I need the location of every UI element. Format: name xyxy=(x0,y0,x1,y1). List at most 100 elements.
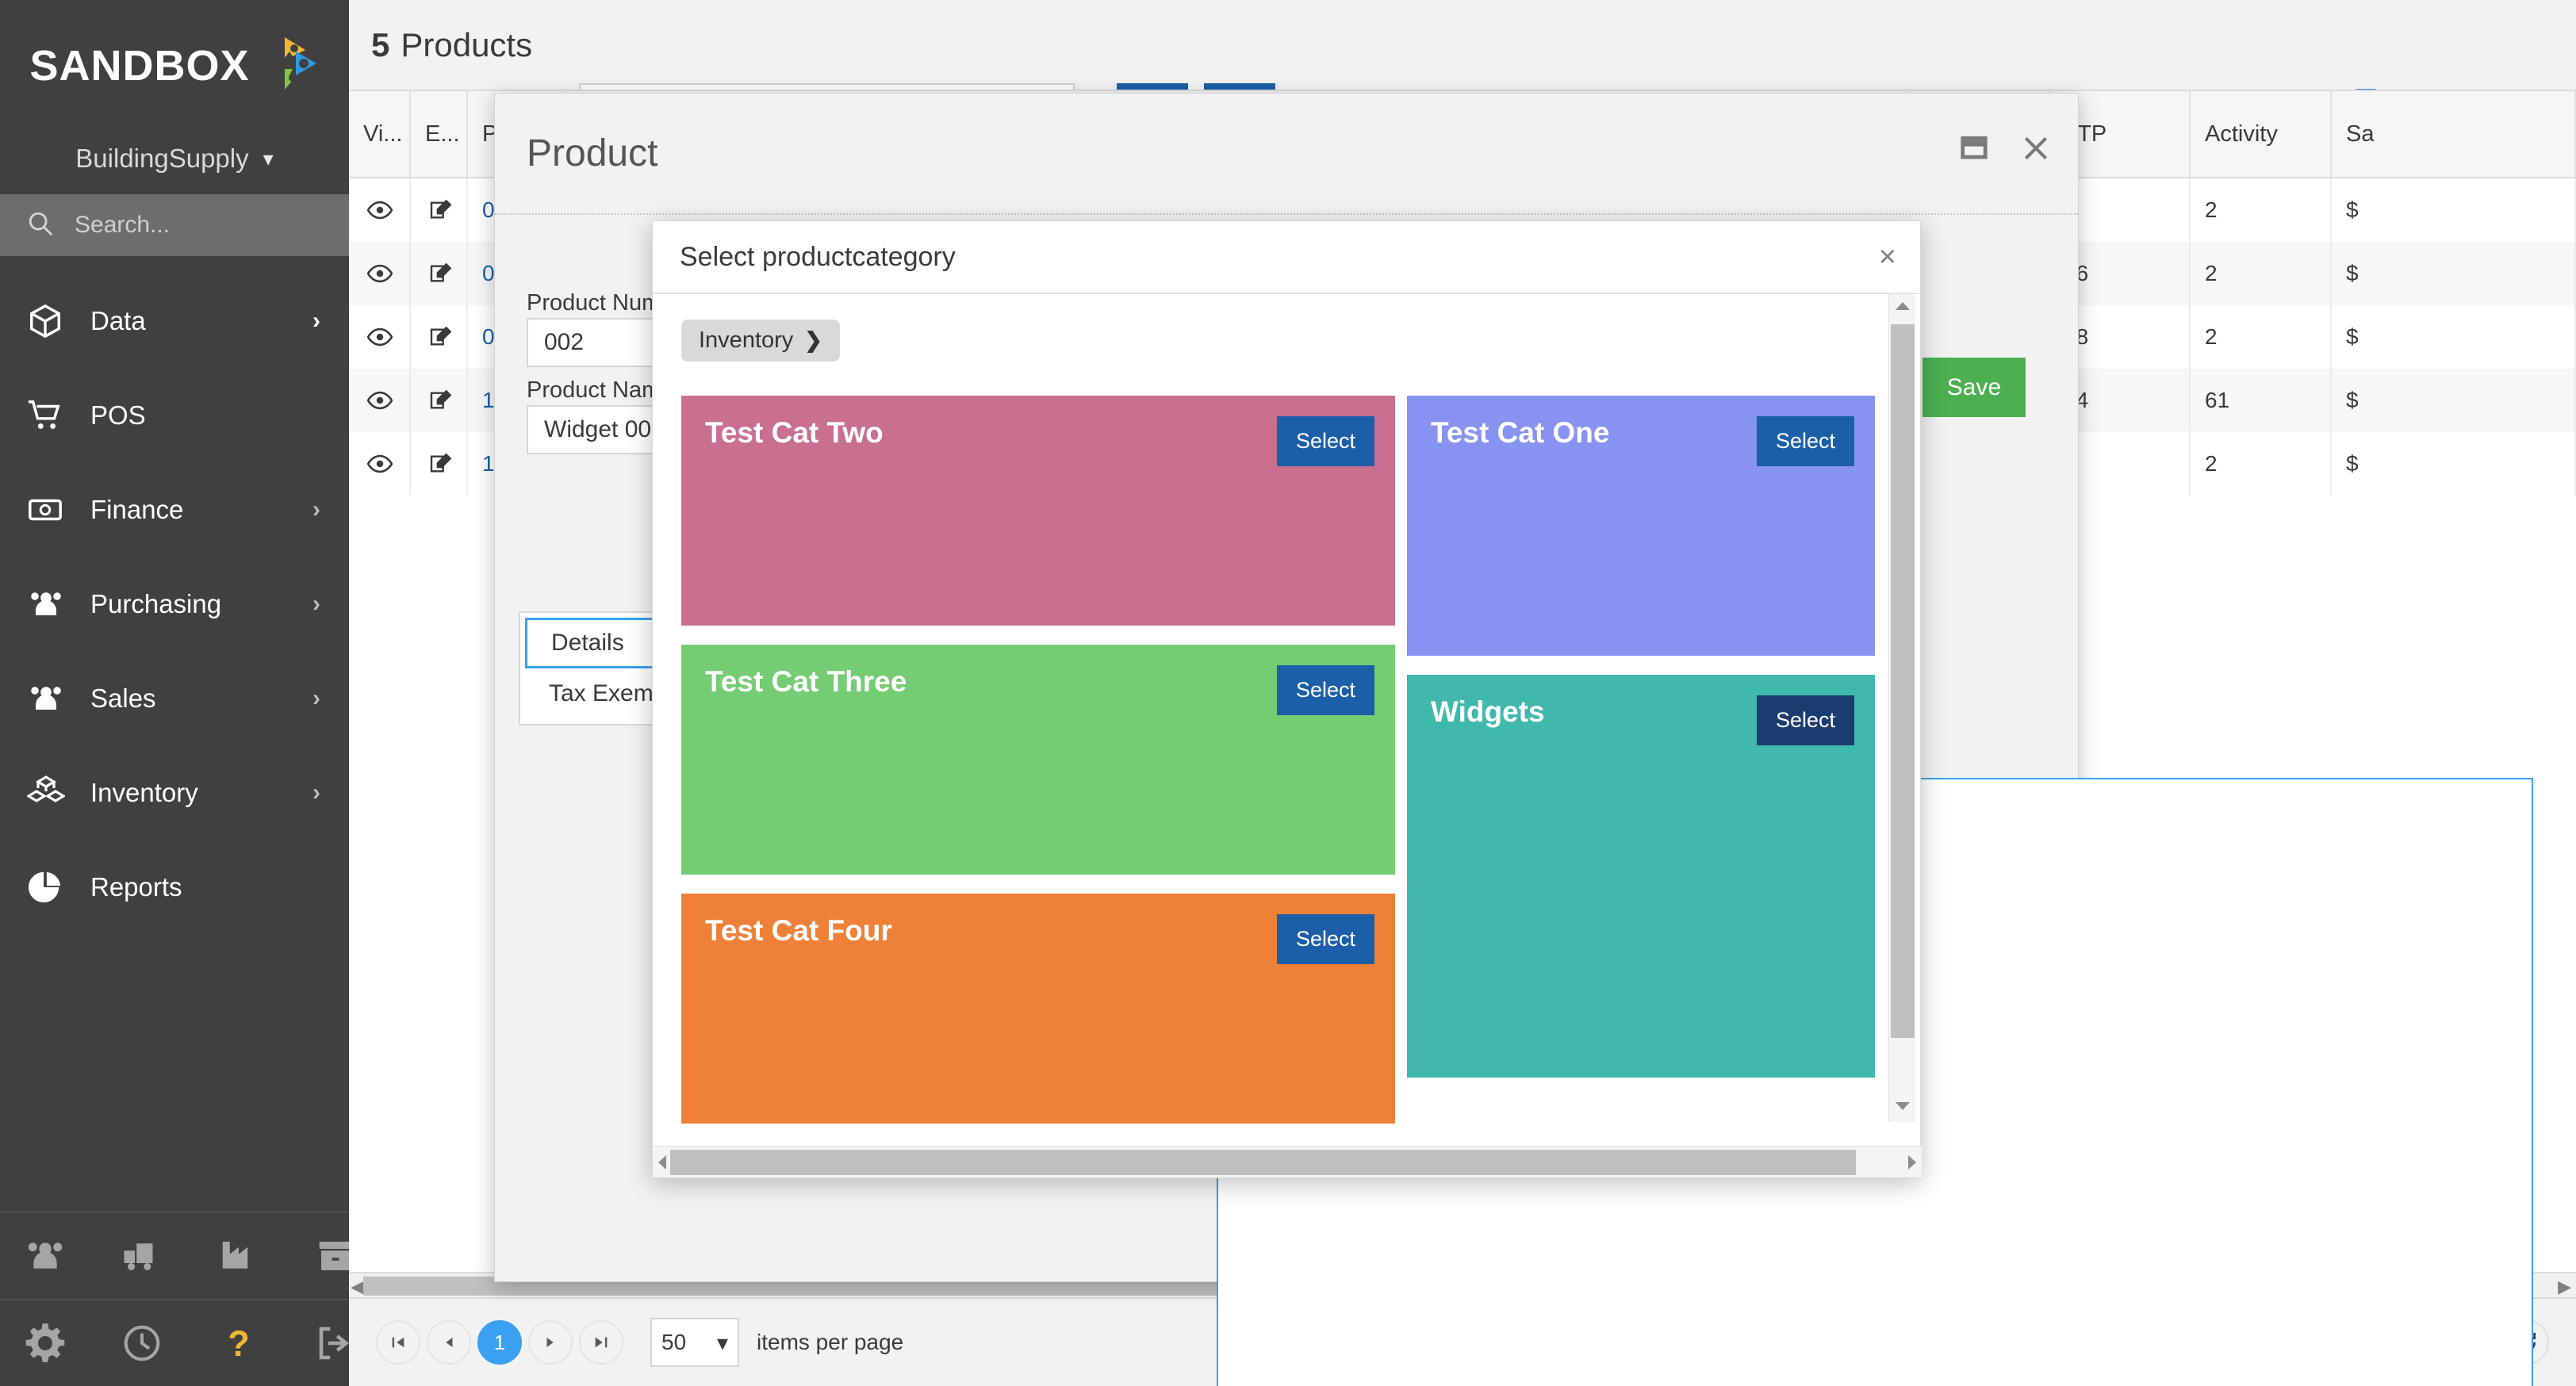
chevron-right-icon: › xyxy=(312,684,320,711)
category-tile-widgets[interactable]: Widgets Select xyxy=(1407,675,1875,1078)
breadcrumb-item-inventory[interactable]: Inventory ❯ xyxy=(681,320,840,362)
gear-icon[interactable] xyxy=(24,1322,67,1365)
select-button[interactable]: Select xyxy=(1276,665,1374,715)
category-tile-test-cat-three[interactable]: Test Cat Three Select xyxy=(681,645,1395,875)
help-icon[interactable]: ? xyxy=(217,1322,260,1365)
product-modal-title: Product xyxy=(527,132,658,174)
edit-icon[interactable] xyxy=(411,305,468,369)
category-dialog-title: Select productcategory xyxy=(680,241,956,272)
factory-icon[interactable] xyxy=(217,1235,260,1277)
sidebar-item-finance[interactable]: Finance › xyxy=(0,462,349,557)
sidebar-item-label: Inventory xyxy=(90,777,198,807)
search-input[interactable] xyxy=(75,212,312,239)
grid-col-sales[interactable]: Sa xyxy=(2332,91,2576,177)
brand-text: SANDBOX xyxy=(29,41,250,90)
view-icon[interactable] xyxy=(349,178,411,242)
sidebar-item-label: Data xyxy=(90,305,146,335)
pagination-next-button[interactable] xyxy=(528,1320,573,1365)
activity-cell: 61 xyxy=(2191,369,2332,432)
pagination-page-1[interactable]: 1 xyxy=(477,1320,522,1365)
select-button[interactable]: Select xyxy=(1756,695,1854,745)
sidebar-item-purchasing[interactable]: Purchasing › xyxy=(0,557,349,651)
category-tile-test-cat-one[interactable]: Test Cat One Select xyxy=(1407,396,1875,656)
svg-text:?: ? xyxy=(228,1323,250,1364)
cart-icon xyxy=(27,397,76,434)
application-root: SANDBOX BuildingSupply ▾ Search... Data … xyxy=(0,0,2576,1386)
category-tile-name: Test Cat Two xyxy=(705,416,884,449)
maximize-icon[interactable] xyxy=(1959,133,1989,167)
category-tile-name: Widgets xyxy=(1431,695,1545,728)
truck-icon[interactable] xyxy=(121,1235,163,1277)
pagination-last-button[interactable] xyxy=(579,1320,623,1365)
sidebar: SANDBOX BuildingSupply ▾ Search... Data … xyxy=(0,0,352,1386)
scroll-right-icon[interactable]: ▶ xyxy=(2558,1277,2571,1297)
edit-icon[interactable] xyxy=(411,369,468,432)
pagination-prev-button[interactable] xyxy=(427,1320,471,1365)
grid-col-edit[interactable]: E... xyxy=(411,91,468,177)
sales-cell: $ xyxy=(2332,305,2576,369)
sidebar-item-label: Finance xyxy=(90,494,184,524)
people-icon[interactable] xyxy=(24,1235,67,1277)
company-switcher[interactable]: BuildingSupply ▾ xyxy=(0,123,349,194)
boxes-icon xyxy=(27,774,76,812)
scrollbar-thumb[interactable] xyxy=(670,1150,1856,1175)
sidebar-item-label: Sales xyxy=(90,683,156,713)
pagination-first-button[interactable] xyxy=(376,1320,420,1365)
view-icon[interactable] xyxy=(349,242,411,305)
brand: SANDBOX xyxy=(0,0,349,123)
edit-icon[interactable] xyxy=(411,242,468,305)
activity-cell: 2 xyxy=(2191,432,2332,496)
edit-icon[interactable] xyxy=(411,178,468,242)
search-icon xyxy=(27,210,54,241)
close-icon[interactable]: × xyxy=(1879,242,1896,272)
chevron-right-icon: › xyxy=(312,496,320,523)
box-icon xyxy=(27,303,76,339)
scroll-down-icon[interactable] xyxy=(1895,1101,1911,1116)
scroll-up-icon[interactable] xyxy=(1895,301,1911,316)
main-header: 5Products Only Show Active xyxy=(349,0,2576,111)
view-icon[interactable] xyxy=(349,369,411,432)
chevron-right-icon: › xyxy=(312,590,320,617)
category-select-dialog: Select productcategory × Inventory ❯ Tes… xyxy=(652,220,1922,1178)
category-tile-test-cat-two[interactable]: Test Cat Two Select xyxy=(681,396,1395,626)
select-button[interactable]: Select xyxy=(1276,416,1374,466)
select-button[interactable]: Select xyxy=(1756,416,1854,466)
close-icon[interactable] xyxy=(2021,133,2051,167)
sidebar-item-pos[interactable]: POS xyxy=(0,368,349,462)
sales-cell: $ xyxy=(2332,242,2576,305)
product-modal-controls xyxy=(1959,133,2051,167)
view-icon[interactable] xyxy=(349,305,411,369)
edit-icon[interactable] xyxy=(411,432,468,496)
sidebar-item-reports[interactable]: Reports xyxy=(0,840,349,934)
scrollbar-thumb[interactable] xyxy=(1891,324,1915,1038)
select-button[interactable]: Select xyxy=(1276,914,1374,964)
sidebar-search[interactable] xyxy=(0,194,349,256)
save-button[interactable]: Save xyxy=(1922,358,2026,417)
category-dialog-vertical-scrollbar[interactable] xyxy=(1888,294,1915,1122)
sidebar-item-data[interactable]: Data › xyxy=(0,274,349,368)
breadcrumb-label: Inventory xyxy=(699,327,794,353)
sidebar-item-label: Reports xyxy=(90,871,182,902)
chevron-right-icon: ❯ xyxy=(804,328,822,352)
grid-col-view[interactable]: Vi... xyxy=(349,91,411,177)
scroll-left-icon[interactable]: ◀ xyxy=(351,1277,364,1297)
clock-icon[interactable] xyxy=(121,1322,163,1365)
category-tile-test-cat-four[interactable]: Test Cat Four Select xyxy=(681,894,1395,1124)
sidebar-item-sales[interactable]: Sales › xyxy=(0,651,349,745)
sidebar-item-inventory[interactable]: Inventory › xyxy=(0,745,349,840)
category-tile-name: Test Cat Four xyxy=(705,914,892,947)
category-tile-name: Test Cat One xyxy=(1431,416,1610,449)
scroll-right-icon[interactable] xyxy=(1907,1154,1918,1174)
category-dialog-header: Select productcategory × xyxy=(653,221,1920,294)
sidebar-item-label: POS xyxy=(90,400,146,430)
scroll-left-icon[interactable] xyxy=(657,1154,668,1174)
company-name: BuildingSupply xyxy=(75,144,249,173)
page-size-select[interactable]: 50 ▾ xyxy=(650,1318,739,1367)
grid-col-activity[interactable]: Activity xyxy=(2191,91,2332,177)
category-dialog-body: Inventory ❯ Test Cat Two Select Test Cat… xyxy=(653,294,1922,1177)
sidebar-footer: ? xyxy=(0,1212,352,1386)
view-icon[interactable] xyxy=(349,432,411,496)
activity-cell: 2 xyxy=(2191,242,2332,305)
activity-cell: 2 xyxy=(2191,178,2332,242)
category-dialog-horizontal-scrollbar[interactable] xyxy=(653,1146,1922,1177)
